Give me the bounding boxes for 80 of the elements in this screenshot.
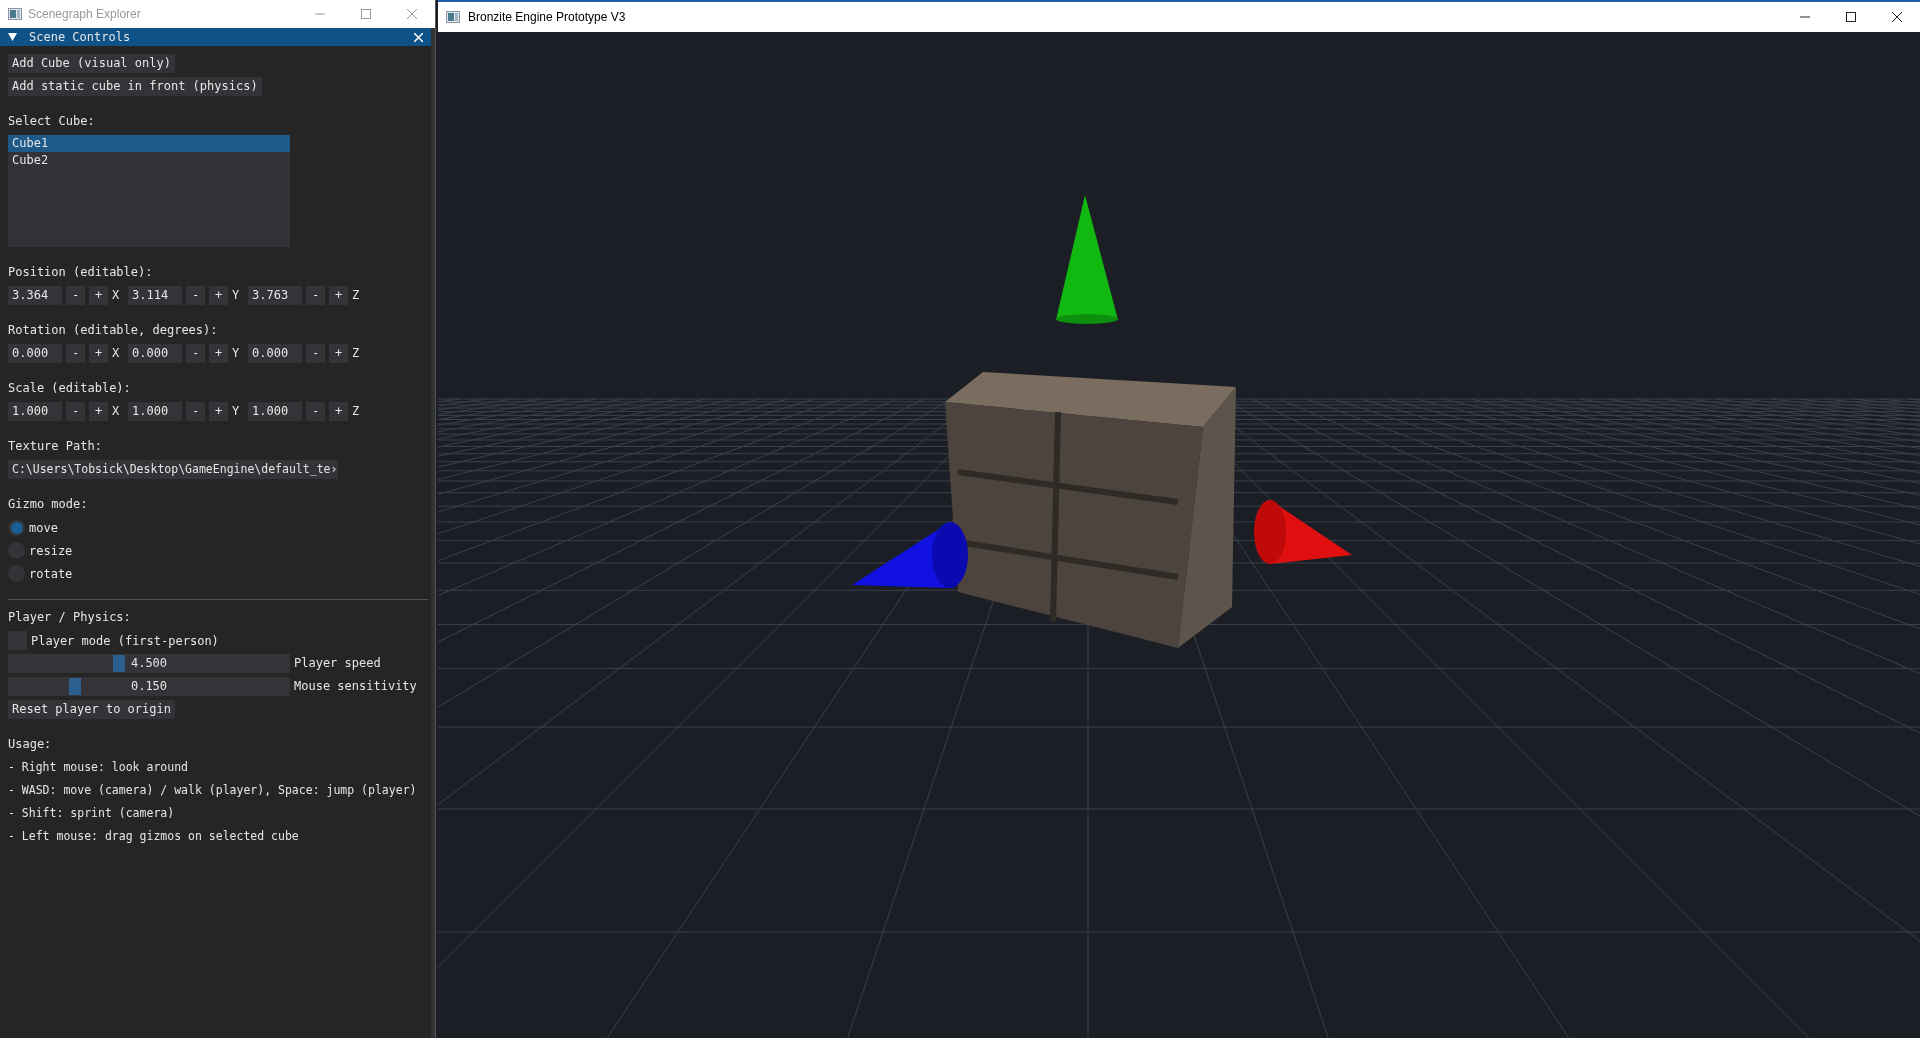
number-field[interactable]: 0.000 — [248, 344, 302, 363]
increment-button[interactable]: + — [89, 402, 108, 421]
axis-label: Z — [352, 287, 361, 304]
axis-label: Y — [232, 403, 241, 420]
number-field[interactable]: 1.000 — [248, 402, 302, 421]
number-field[interactable]: 3.763 — [248, 286, 302, 305]
decrement-button[interactable]: - — [186, 402, 205, 421]
number-field[interactable]: 1.000 — [8, 402, 62, 421]
close-icon — [1892, 12, 1902, 22]
list-item[interactable]: Cube1 — [8, 135, 290, 152]
collapse-arrow-icon[interactable] — [8, 33, 17, 41]
slider-label: Mouse sensitivity — [294, 678, 417, 695]
slider-thumb[interactable] — [113, 655, 126, 672]
increment-button[interactable]: + — [209, 344, 228, 363]
crate-drawing[interactable] — [945, 372, 1236, 648]
section-label: Scale (editable): — [8, 380, 132, 397]
increment-button[interactable]: + — [329, 402, 348, 421]
decrement-button[interactable]: - — [306, 344, 325, 363]
radio-option[interactable]: move — [8, 518, 423, 537]
section-label: Rotation (editable, degrees): — [8, 322, 219, 339]
section-label: Usage: — [8, 736, 53, 753]
number-field[interactable]: 1.000 — [128, 402, 182, 421]
input-field[interactable]: C:\Users\Tobsick\Desktop\GameEngine\default_te› — [8, 460, 338, 479]
axis-label: X — [112, 345, 121, 362]
close-icon — [407, 9, 417, 19]
radio-option[interactable]: rotate — [8, 564, 423, 583]
decrement-button[interactable]: - — [66, 402, 85, 421]
panel-title: Scene Controls — [29, 29, 131, 46]
increment-button[interactable]: + — [329, 344, 348, 363]
number-field[interactable]: 3.114 — [128, 286, 182, 305]
checkbox-option[interactable]: Player mode (first-person) — [8, 631, 423, 650]
increment-button[interactable]: + — [89, 286, 108, 305]
increment-button[interactable]: + — [209, 402, 228, 421]
number-field[interactable]: 0.000 — [8, 344, 62, 363]
section-label: Gizmo mode: — [8, 496, 89, 513]
increment-button[interactable]: + — [329, 286, 348, 305]
increment-button[interactable]: + — [209, 286, 228, 305]
axis-label: X — [112, 287, 121, 304]
list-item[interactable]: Cube2 — [8, 152, 290, 169]
usage-line: - Shift: sprint (camera) — [8, 805, 176, 822]
section-label: Player / Physics: — [8, 609, 132, 626]
section-label: Position (editable): — [8, 264, 154, 281]
increment-button[interactable]: + — [89, 344, 108, 363]
number-field[interactable]: 3.364 — [8, 286, 62, 305]
decrement-button[interactable]: - — [306, 286, 325, 305]
section-label: Texture Path: — [8, 438, 103, 455]
number-field[interactable]: 0.000 — [128, 344, 182, 363]
close-icon[interactable] — [414, 32, 423, 42]
app-icon — [8, 8, 22, 20]
decrement-button[interactable]: - — [306, 402, 325, 421]
slider[interactable]: 0.150 — [8, 677, 290, 696]
section-label: Select Cube: — [8, 113, 96, 130]
usage-line: - Left mouse: drag gizmos on selected cube — [8, 828, 300, 845]
axis-label: Z — [352, 403, 361, 420]
axis-label: Y — [232, 287, 241, 304]
slider[interactable]: 4.500 — [8, 654, 290, 673]
decrement-button[interactable]: - — [186, 344, 205, 363]
axis-label: X — [112, 403, 121, 420]
cone-drawing[interactable] — [1254, 500, 1352, 564]
slider-thumb[interactable] — [68, 678, 81, 695]
window-title: Bronzite Engine Prototype V3 — [468, 9, 626, 26]
radio-button[interactable] — [8, 519, 25, 536]
slider-label: Player speed — [294, 655, 381, 672]
cone-drawing[interactable] — [1056, 195, 1118, 324]
decrement-button[interactable]: - — [66, 286, 85, 305]
usage-line: - Right mouse: look around — [8, 759, 189, 776]
axis-label: Y — [232, 345, 241, 362]
reset-button[interactable]: Reset player to origin — [8, 700, 175, 719]
maximize-icon — [1846, 12, 1856, 22]
usage-line: - WASD: move (camera) / walk (player), Space: jump (player) — [8, 782, 418, 799]
axis-label: Z — [352, 345, 361, 362]
radio-option[interactable]: resize — [8, 541, 423, 560]
app-icon — [446, 11, 460, 23]
window-title: Scenegraph Explorer — [28, 6, 141, 23]
panel-header[interactable]: Scene Controls — [0, 28, 431, 46]
action-button[interactable]: Add static cube in front (physics) — [8, 77, 262, 96]
decrement-button[interactable]: - — [66, 344, 85, 363]
decrement-button[interactable]: - — [186, 286, 205, 305]
action-button[interactable]: Add Cube (visual only) — [8, 54, 175, 73]
maximize-icon — [361, 9, 371, 19]
